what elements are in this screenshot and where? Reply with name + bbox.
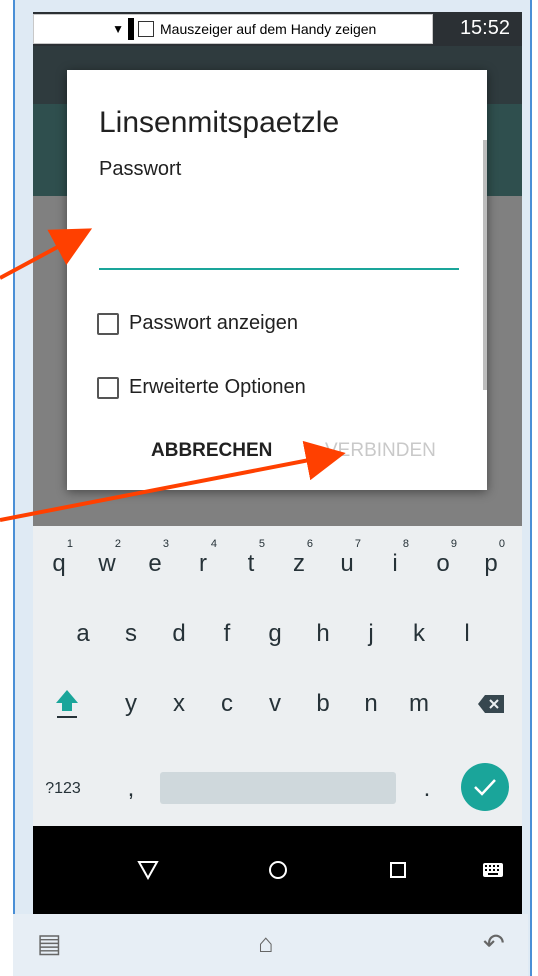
- check-icon: [474, 779, 496, 796]
- key-h[interactable]: h: [303, 604, 343, 664]
- keyboard-icon: [483, 863, 503, 877]
- key-k[interactable]: k: [399, 604, 439, 664]
- key-z[interactable]: z6: [279, 534, 319, 594]
- triangle-back-icon: [137, 861, 159, 880]
- key-letter: w: [98, 550, 116, 577]
- key-letter: e: [148, 550, 162, 577]
- password-input[interactable]: [99, 238, 459, 270]
- connect-button[interactable]: VERBINDEN: [325, 440, 436, 462]
- key-y[interactable]: y: [111, 674, 151, 734]
- key-p[interactable]: p0: [471, 534, 511, 594]
- key-j[interactable]: j: [351, 604, 391, 664]
- shift-key[interactable]: [47, 674, 87, 734]
- key-number-hint: 1: [66, 538, 73, 550]
- password-label: Passwort: [99, 158, 182, 180]
- dialog-scrollbar[interactable]: [483, 140, 487, 390]
- key-d[interactable]: d: [159, 604, 199, 664]
- advanced-options-label: Erweiterte Optionen: [129, 376, 306, 398]
- square-recents-icon: [390, 862, 406, 878]
- nav-home-button[interactable]: [243, 826, 313, 914]
- key-letter: z: [293, 550, 305, 577]
- checkbox-icon: [97, 312, 119, 335]
- symbols-key[interactable]: ?123: [41, 759, 85, 819]
- key-t[interactable]: t5: [231, 534, 271, 594]
- phone-screen: 15:52 Linsenmitspaetzle Passwort Passwor…: [33, 12, 522, 914]
- circle-home-icon: [269, 861, 287, 879]
- key-q[interactable]: q1: [39, 534, 79, 594]
- nav-keyboard-button[interactable]: [458, 826, 522, 914]
- key-b[interactable]: b: [303, 674, 343, 734]
- shift-icon: [56, 690, 78, 718]
- key-row-2: asdfghjkl: [33, 604, 522, 664]
- key-letter: p: [484, 550, 498, 577]
- key-number-hint: 3: [162, 538, 169, 550]
- key-w[interactable]: w2: [87, 534, 127, 594]
- key-s[interactable]: s: [111, 604, 151, 664]
- key-f[interactable]: f: [207, 604, 247, 664]
- space-key[interactable]: [160, 772, 396, 804]
- status-time: 15:52: [459, 17, 510, 39]
- key-a[interactable]: a: [63, 604, 103, 664]
- show-password-label: Passwort anzeigen: [129, 312, 298, 334]
- key-number-hint: 7: [354, 538, 361, 550]
- nav-recents-button[interactable]: [363, 826, 433, 914]
- key-row-3: yxcvbnm: [33, 674, 522, 734]
- key-number-hint: 5: [258, 538, 265, 550]
- key-i[interactable]: i8: [375, 534, 415, 594]
- key-e[interactable]: e3: [135, 534, 175, 594]
- dialog-title: Linsenmitspaetzle: [99, 106, 340, 139]
- key-u[interactable]: u7: [327, 534, 367, 594]
- key-r[interactable]: r4: [183, 534, 223, 594]
- key-number-hint: 0: [498, 538, 505, 550]
- menu-icon[interactable]: ▤: [37, 928, 62, 959]
- emulator-bottom-bar: ▤ ⌂ ↶: [13, 914, 528, 976]
- key-m[interactable]: m: [399, 674, 439, 734]
- enter-key[interactable]: [461, 763, 509, 811]
- key-letter: t: [247, 550, 255, 577]
- key-letter: i: [392, 550, 398, 577]
- key-number-hint: 6: [306, 538, 313, 550]
- key-row-1: q1w2e3r4t5z6u7i8o9p0: [33, 534, 522, 594]
- key-v[interactable]: v: [255, 674, 295, 734]
- backspace-icon: [478, 695, 504, 713]
- key-number-hint: 8: [402, 538, 409, 550]
- key-c[interactable]: c: [207, 674, 247, 734]
- show-pointer-label: Mauszeiger auf dem Handy zeigen: [160, 21, 377, 37]
- key-x[interactable]: x: [159, 674, 199, 734]
- backspace-key[interactable]: [471, 674, 511, 734]
- back-arrow-icon[interactable]: ↶: [483, 928, 505, 959]
- key-o[interactable]: o9: [423, 534, 463, 594]
- key-letter: o: [436, 550, 450, 577]
- key-n[interactable]: n: [351, 674, 391, 734]
- checkbox-icon: [97, 376, 119, 399]
- key-number-hint: 4: [210, 538, 217, 550]
- nav-back-button[interactable]: [113, 826, 183, 914]
- period-key[interactable]: .: [407, 759, 447, 819]
- navigation-bar: [33, 826, 522, 914]
- show-password-checkbox[interactable]: Passwort anzeigen: [97, 312, 298, 335]
- key-letter: q: [52, 550, 66, 577]
- key-l[interactable]: l: [447, 604, 487, 664]
- comma-key[interactable]: ,: [111, 759, 151, 819]
- home-icon[interactable]: ⌂: [258, 928, 274, 959]
- key-g[interactable]: g: [255, 604, 295, 664]
- key-number-hint: 9: [450, 538, 457, 550]
- cancel-button[interactable]: ABBRECHEN: [151, 440, 272, 462]
- toolbar-separator: [128, 18, 134, 40]
- show-pointer-checkbox[interactable]: [138, 21, 154, 37]
- key-letter: r: [199, 550, 207, 577]
- advanced-options-checkbox[interactable]: Erweiterte Optionen: [97, 376, 306, 399]
- key-number-hint: 2: [114, 538, 121, 550]
- soft-keyboard: q1w2e3r4t5z6u7i8o9p0 asdfghjkl yxcvbnm ?…: [33, 526, 522, 826]
- key-letter: u: [340, 550, 354, 577]
- mirror-toolbar: ▼ Mauszeiger auf dem Handy zeigen: [33, 14, 433, 44]
- password-dialog: Linsenmitspaetzle Passwort Passwort anze…: [67, 70, 487, 490]
- chevron-down-icon[interactable]: ▼: [34, 22, 128, 36]
